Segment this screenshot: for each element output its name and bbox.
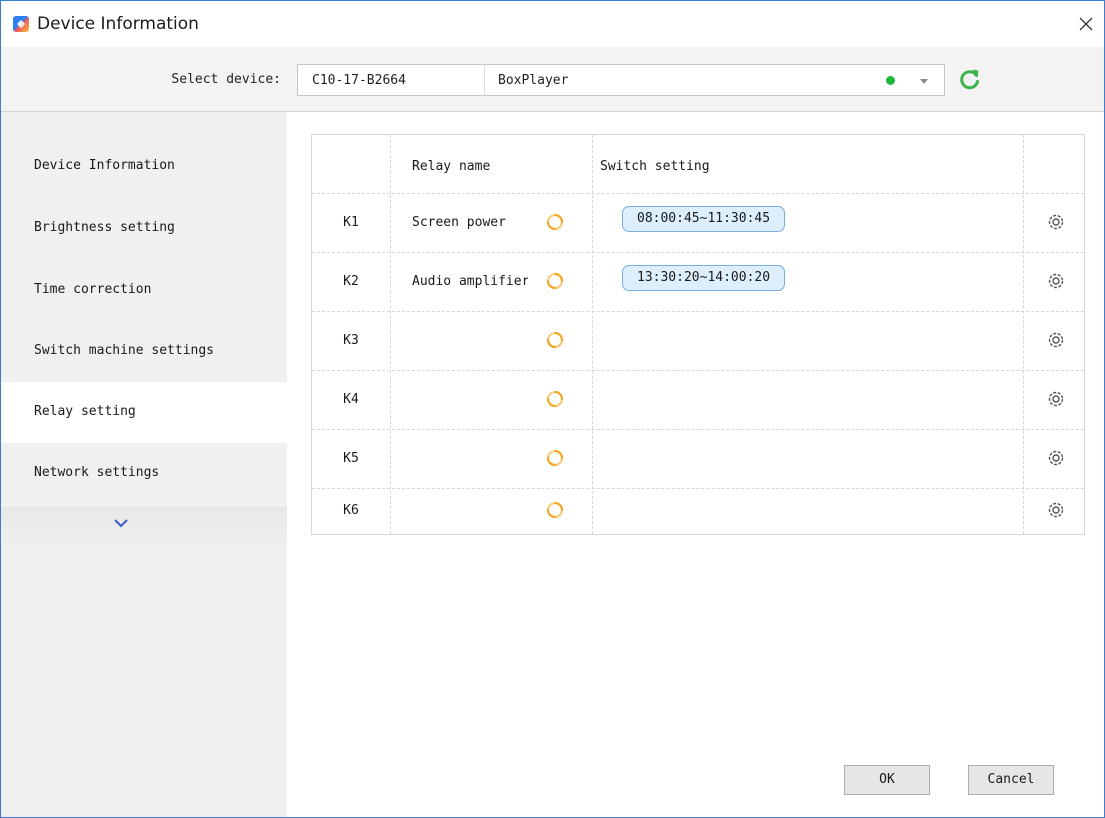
sidebar-scroll-more-button[interactable] xyxy=(1,507,287,549)
device-selection-bar: Select device: C10-17-B2664 BoxPlayer xyxy=(1,47,1104,112)
close-button[interactable] xyxy=(1068,7,1104,41)
relay-name: Screen power xyxy=(412,215,506,230)
loading-spinner-icon[interactable] xyxy=(546,213,564,231)
gear-icon[interactable] xyxy=(1046,212,1066,232)
relay-name: Audio amplifier xyxy=(412,274,528,289)
table-row: K6 xyxy=(312,481,1084,540)
dropdown-arrow-icon xyxy=(920,79,928,84)
sidebar-item-label: Switch machine settings xyxy=(34,343,215,358)
table-row: K2 Audio amplifier 13:30:20~14:00:20 xyxy=(312,252,1084,311)
sidebar-item-label: Brightness setting xyxy=(34,220,175,235)
loading-spinner-icon[interactable] xyxy=(546,390,564,408)
divider xyxy=(484,65,485,95)
relay-id: K6 xyxy=(343,503,359,518)
gear-icon[interactable] xyxy=(1046,389,1066,409)
schedule-tag[interactable]: 08:00:45~11:30:45 xyxy=(622,206,786,232)
online-status-dot xyxy=(886,76,895,85)
settings-sidebar: Device Information Brightness setting Ti… xyxy=(1,112,287,817)
table-row: K4 xyxy=(312,370,1084,429)
sidebar-item-device-information[interactable]: Device Information xyxy=(1,136,287,197)
sidebar-item-switch-machine-settings[interactable]: Switch machine settings xyxy=(1,321,287,382)
sidebar-item-brightness-setting[interactable]: Brightness setting xyxy=(1,198,287,259)
relay-id: K5 xyxy=(343,451,359,466)
select-device-label: Select device: xyxy=(171,72,281,87)
sidebar-item-label: Device Information xyxy=(34,158,175,173)
refresh-button[interactable] xyxy=(957,66,983,92)
relay-id: K1 xyxy=(343,215,359,230)
app-logo-icon xyxy=(13,16,29,32)
loading-spinner-icon[interactable] xyxy=(546,501,564,519)
close-icon xyxy=(1079,17,1093,31)
loading-spinner-icon[interactable] xyxy=(546,331,564,349)
relay-table: Relay name Switch setting K1 Screen powe… xyxy=(311,134,1085,535)
table-row: K1 Screen power 08:00:45~11:30:45 xyxy=(312,193,1084,252)
window-title: Device Information xyxy=(37,14,199,34)
sidebar-item-network-settings[interactable]: Network settings xyxy=(1,443,287,504)
gear-icon[interactable] xyxy=(1046,500,1066,520)
device-name: BoxPlayer xyxy=(498,73,569,88)
refresh-icon xyxy=(960,69,979,90)
table-row: K3 xyxy=(312,311,1084,370)
loading-spinner-icon[interactable] xyxy=(546,449,564,467)
device-information-window: Device Information Select device: C10-17… xyxy=(0,0,1105,818)
gear-icon[interactable] xyxy=(1046,448,1066,468)
sidebar-item-relay-setting[interactable]: Relay setting xyxy=(1,382,287,443)
sidebar-item-label: Time correction xyxy=(34,282,152,297)
gear-icon[interactable] xyxy=(1046,330,1066,350)
schedule-tag[interactable]: 13:30:20~14:00:20 xyxy=(622,265,786,291)
title-bar: Device Information xyxy=(1,1,1104,47)
sidebar-item-label: Relay setting xyxy=(34,404,136,419)
device-id: C10-17-B2664 xyxy=(312,73,406,88)
loading-spinner-icon[interactable] xyxy=(546,272,564,290)
cancel-button[interactable]: Cancel xyxy=(968,765,1054,795)
header-switch-setting: Switch setting xyxy=(600,159,710,174)
ok-button[interactable]: OK xyxy=(844,765,930,795)
gear-icon[interactable] xyxy=(1046,271,1066,291)
relay-id: K2 xyxy=(343,274,359,289)
table-row: K5 xyxy=(312,429,1084,488)
device-dropdown[interactable]: C10-17-B2664 BoxPlayer xyxy=(297,64,945,96)
relay-id: K4 xyxy=(343,392,359,407)
header-relay-name: Relay name xyxy=(412,159,491,174)
chevron-down-icon xyxy=(114,519,128,528)
relay-id: K3 xyxy=(343,333,359,348)
sidebar-item-time-correction[interactable]: Time correction xyxy=(1,260,287,321)
sidebar-item-label: Network settings xyxy=(34,465,160,480)
